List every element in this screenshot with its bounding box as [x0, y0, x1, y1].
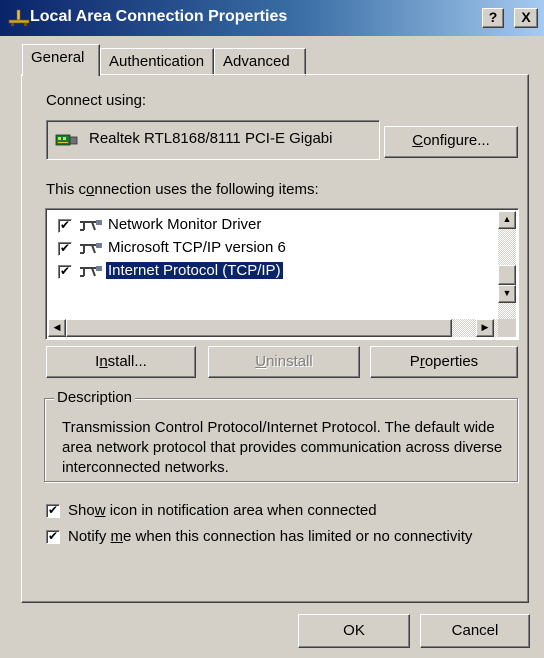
- item-checkbox[interactable]: ✔: [58, 265, 72, 279]
- properties-button[interactable]: Properties: [370, 346, 518, 378]
- adapter-display: Realtek RTL8168/8111 PCI-E Gigabi: [46, 120, 380, 160]
- notify-label: Notify me when this connection has limit…: [68, 528, 473, 545]
- close-button[interactable]: X: [514, 8, 538, 28]
- connect-using-label: Connect using:: [46, 92, 147, 109]
- tab-general[interactable]: General: [22, 44, 100, 76]
- show-icon-label: Show icon in notification area when conn…: [68, 502, 377, 519]
- network-component-icon: [80, 243, 102, 254]
- network-connection-icon: [8, 9, 30, 26]
- components-label: This connection uses the following items…: [46, 181, 319, 198]
- description-text: Transmission Control Protocol/Internet P…: [62, 419, 503, 476]
- scrollbar-corner: [498, 319, 516, 337]
- ok-button[interactable]: OK: [298, 614, 410, 648]
- notify-option[interactable]: ✔ Notify me when this connection has lim…: [46, 528, 526, 548]
- notify-checkbox[interactable]: ✔: [46, 530, 60, 544]
- scroll-left-icon[interactable]: ◀: [48, 319, 66, 337]
- scroll-right-icon[interactable]: ▶: [476, 319, 494, 337]
- close-icon: X: [521, 9, 531, 25]
- show-icon-option[interactable]: ✔ Show icon in notification area when co…: [46, 502, 516, 522]
- show-icon-checkbox[interactable]: ✔: [46, 504, 60, 518]
- components-list[interactable]: ✔ Network Monitor Driver ✔ Microsoft TCP…: [45, 208, 519, 340]
- tab-advanced[interactable]: Advanced: [214, 48, 306, 76]
- tab-authentication-label: Authentication: [109, 53, 205, 70]
- scroll-thumb-vertical[interactable]: [498, 265, 516, 285]
- item-checkbox[interactable]: ✔: [58, 219, 72, 233]
- tab-advanced-label: Advanced: [223, 53, 290, 70]
- configure-button[interactable]: Configure...: [384, 126, 518, 158]
- help-icon: ?: [488, 9, 498, 25]
- scroll-thumb-horizontal[interactable]: [66, 319, 452, 337]
- title-bar[interactable]: Local Area Connection Properties ? X: [0, 0, 544, 36]
- network-component-icon: [80, 266, 102, 277]
- item-label: Network Monitor Driver: [108, 216, 262, 233]
- item-label: Microsoft TCP/IP version 6: [108, 239, 286, 256]
- uninstall-button[interactable]: Uninstall: [208, 346, 360, 378]
- install-button[interactable]: Install...: [46, 346, 196, 378]
- window-title: Local Area Connection Properties: [30, 8, 288, 25]
- scroll-down-icon[interactable]: ▼: [498, 285, 516, 303]
- cancel-button[interactable]: Cancel: [420, 614, 530, 648]
- item-label: Internet Protocol (TCP/IP): [105, 261, 284, 280]
- item-checkbox[interactable]: ✔: [58, 242, 72, 256]
- help-button[interactable]: ?: [482, 8, 504, 28]
- adapter-name: Realtek RTL8168/8111 PCI-E Gigabi: [89, 130, 333, 147]
- properties-dialog: Local Area Connection Properties ? X Gen…: [0, 0, 544, 658]
- network-component-icon: [80, 220, 102, 231]
- description-legend: Description: [54, 389, 136, 406]
- tab-authentication[interactable]: Authentication: [100, 48, 214, 76]
- scroll-up-icon[interactable]: ▲: [498, 211, 516, 229]
- network-card-icon: [55, 134, 78, 146]
- tab-general-label: General: [31, 49, 85, 66]
